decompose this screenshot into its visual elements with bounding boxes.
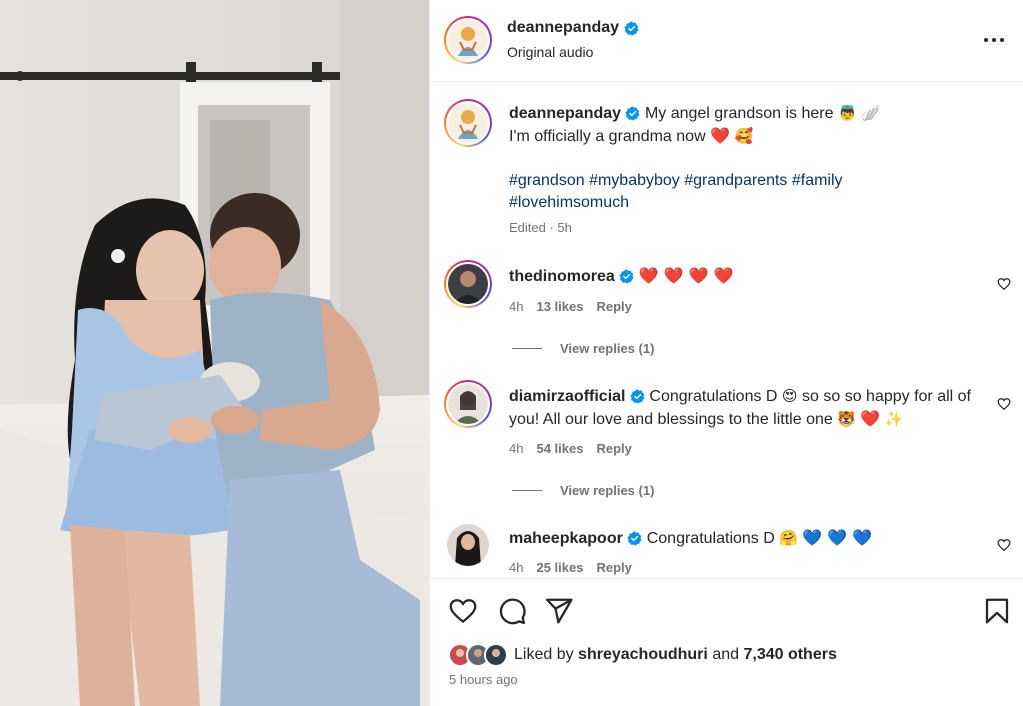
caption-line2: I'm officially a grandma now [509,128,706,145]
view-replies-label: View replies (1) [560,341,655,356]
comment-avatar[interactable] [444,260,492,308]
verified-badge-icon [625,106,641,121]
heart-eyes-emoji: 😍 [781,387,798,405]
post-media[interactable] [0,0,429,706]
original-audio-link[interactable]: Original audio [507,44,593,60]
author-username[interactable]: deannepanday [507,19,619,37]
hugging-emoji: 🤗 [779,529,798,547]
post-header: deannepanday Original audio [430,0,1023,82]
liked-by-username[interactable]: shreyachoudhuri [578,646,708,663]
bookmark-icon[interactable] [982,596,1012,626]
comment: thedinomorea ❤️ ❤️ ❤️ ❤️ [509,265,989,288]
avatar [448,20,488,60]
comment-time: 4h [509,441,524,456]
post-actions: Liked by shreyachoudhuri and 7,340 other… [430,578,1023,706]
reply-button[interactable]: Reply [596,299,631,314]
verified-badge-icon [630,389,645,404]
caption-avatar[interactable] [444,99,492,147]
divider [512,348,542,349]
tiger-emoji: 🐯 [837,410,856,428]
liked-by-and: and [712,646,740,663]
comment-username[interactable]: diamirzaofficial [509,388,625,405]
hashtags-line1[interactable]: #grandson #mybabyboy #grandparents #fami… [509,172,843,189]
more-options-icon[interactable] [982,28,1006,52]
wing-emoji: 🪽 [861,104,880,122]
comment-meta: 4h 54 likes Reply [509,441,632,456]
verified-badge-icon [627,531,642,546]
comment-meta: 4h 13 likes Reply [509,299,632,314]
comment-like-heart-icon[interactable] [997,538,1011,552]
liked-by-text: Liked by shreyachoudhuri and 7,340 other… [514,646,837,664]
story-ring[interactable] [444,16,492,64]
caption-meta: Edited · 5h [509,220,572,235]
comment: diamirzaofficial Congratulations D 😍 so … [509,385,989,431]
post-photo [0,0,429,706]
comment-like-heart-icon[interactable] [997,397,1011,411]
caption-line1: My angel grandson is here [644,105,834,122]
comment-likes[interactable]: 25 likes [536,560,583,575]
comment: maheepkapoor Congratulations D 🤗 💙 💙 💙 [509,527,989,550]
red-heart-emoji: ❤️ [860,409,881,428]
verified-badge-icon [624,20,639,36]
blue-hearts-emoji: 💙 💙 💙 [802,528,873,547]
view-replies-button[interactable]: View replies (1) [512,341,654,356]
comment-avatar[interactable] [444,380,492,428]
comment-username[interactable]: maheepkapoor [509,530,623,547]
comment-emojis: ❤️ ❤️ ❤️ ❤️ [638,266,734,285]
post-author[interactable]: deannepanday [507,19,639,37]
post-caption: deannepanday My angel grandson is here 👼… [509,102,989,214]
view-replies-label: View replies (1) [560,483,655,498]
red-heart-emoji: ❤️ [710,126,730,145]
comments-list[interactable]: deannepanday My angel grandson is here 👼… [430,83,1023,577]
sparkles-emoji: ✨ [884,410,904,428]
comment-avatar[interactable] [447,524,489,566]
avatar [448,264,488,304]
comment-icon[interactable] [497,596,527,626]
post-panel: deannepanday Original audio deannepanday… [429,0,1023,706]
likes-count-button[interactable]: 7,340 others [743,646,836,663]
reply-button[interactable]: Reply [596,560,631,575]
angel-emoji: 👼 [837,104,857,122]
comment-text-a: Congratulations D [649,388,778,405]
comment-likes[interactable]: 54 likes [536,441,583,456]
comment-username[interactable]: thedinomorea [509,268,615,285]
caption-username[interactable]: deannepanday [509,105,621,122]
comment-time: 4h [509,299,524,314]
heart-icon[interactable] [448,596,478,626]
liked-by-prefix: Liked by [514,646,574,663]
post-timestamp[interactable]: 5 hours ago [449,672,518,687]
smiling-hearts-emoji: 🥰 [734,127,754,145]
view-replies-button[interactable]: View replies (1) [512,483,654,498]
verified-badge-icon [619,269,634,284]
likers-avatars[interactable] [448,643,508,667]
comment-meta: 4h 25 likes Reply [509,560,632,575]
avatar [448,103,488,143]
avatar [448,384,488,424]
divider [512,490,542,491]
hashtags-line2[interactable]: #lovehimsomuch [509,194,629,211]
comment-like-heart-icon[interactable] [997,277,1011,291]
comment-text: Congratulations D [646,530,775,547]
reply-button[interactable]: Reply [596,441,631,456]
edited-time: Edited · 5h [509,220,572,235]
avatar [484,643,508,667]
share-icon[interactable] [544,596,574,626]
comment-likes[interactable]: 13 likes [536,299,583,314]
comment-time: 4h [509,560,524,575]
